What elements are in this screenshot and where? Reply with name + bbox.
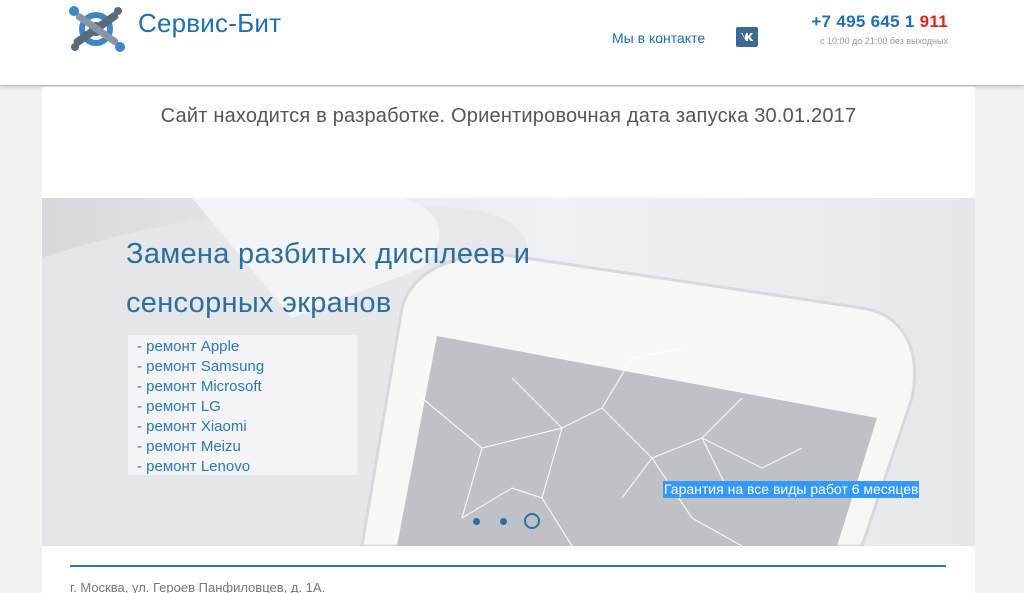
vk-contact-link[interactable]: Мы в контакте bbox=[612, 30, 705, 46]
slider-dot-2[interactable] bbox=[500, 518, 507, 525]
slide-title: Замена разбитых дисплеев и сенсорных экр… bbox=[126, 230, 530, 328]
site-header: Сервис-Бит Мы в контакте +7 495 645 1 91… bbox=[0, 0, 1024, 86]
service-item: - ремонт Microsoft bbox=[137, 378, 262, 395]
services-list: - ремонт Apple - ремонт Samsung - ремонт… bbox=[128, 335, 358, 475]
slide-title-line2: сенсорных экранов bbox=[126, 287, 392, 319]
slider-dot-3-active[interactable] bbox=[524, 513, 540, 529]
brand-name-link[interactable]: Сервис-Бит bbox=[138, 8, 281, 39]
service-item: - ремонт Meizu bbox=[137, 438, 241, 455]
phone-number[interactable]: +7 495 645 1 911 bbox=[811, 12, 948, 32]
service-item: - ремонт Lenovo bbox=[137, 458, 251, 475]
service-item: - ремонт LG bbox=[137, 398, 221, 415]
slide-title-line1: Замена разбитых дисплеев и bbox=[126, 238, 531, 270]
slider-dot-1[interactable] bbox=[473, 518, 480, 525]
service-item: - ремонт Samsung bbox=[137, 358, 265, 375]
main-card: Сайт находится в разработке. Ориентирово… bbox=[42, 87, 975, 593]
development-notice: Сайт находится в разработке. Ориентирово… bbox=[160, 105, 857, 127]
vk-icon[interactable] bbox=[736, 27, 758, 47]
footer-divider bbox=[70, 565, 946, 567]
working-hours: с 10:00 до 21:00 без выходных bbox=[820, 36, 948, 46]
hero-slider[interactable]: Замена разбитых дисплеев и сенсорных экр… bbox=[42, 198, 975, 546]
phone-main: +7 495 645 1 bbox=[811, 12, 920, 31]
footer-address: г. Москва, ул. Героев Панфиловцев, д. 1А… bbox=[70, 580, 326, 593]
warranty-text: Гарантия на все виды работ 6 месяцев bbox=[663, 481, 920, 498]
logo-icon[interactable] bbox=[66, 3, 132, 53]
phone-highlight: 911 bbox=[919, 12, 948, 31]
service-item: - ремонт Apple bbox=[137, 338, 240, 355]
service-item: - ремонт Xiaomi bbox=[137, 418, 247, 435]
